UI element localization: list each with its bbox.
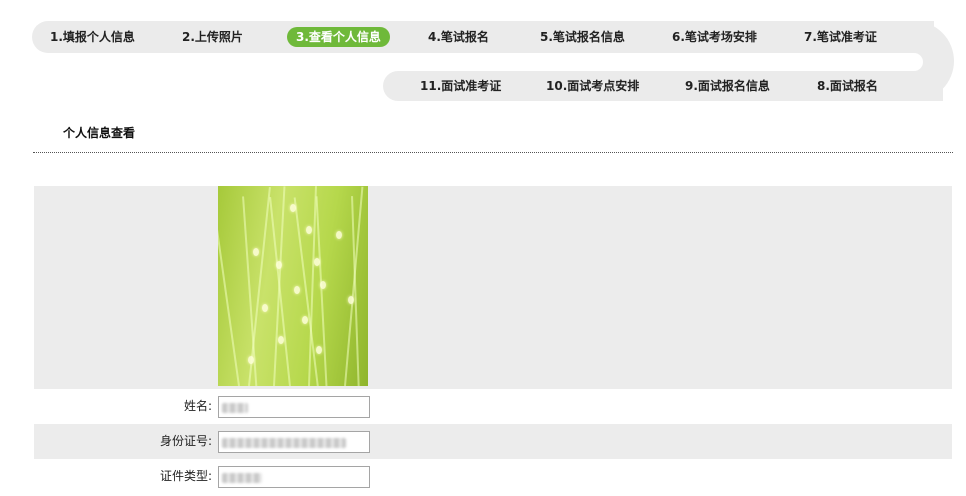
dew-drop bbox=[253, 248, 259, 256]
step-upload-photo[interactable]: 2.上传照片 bbox=[182, 27, 243, 47]
step-fill-personal-info[interactable]: 1.填报个人信息 bbox=[50, 27, 135, 47]
name-value-obscured bbox=[222, 403, 248, 413]
id-number-label: 身份证号: bbox=[159, 434, 212, 448]
section-title: 个人信息查看 bbox=[63, 126, 136, 140]
id-number-row: 身份证号: bbox=[34, 424, 952, 459]
photo-row bbox=[34, 186, 952, 389]
personal-info-form: 姓名: 身份证号: 证件类型: bbox=[34, 186, 952, 494]
step-interview-signup[interactable]: 8.面试报名 bbox=[817, 76, 878, 96]
dew-drop bbox=[262, 304, 268, 312]
id-number-value-obscured bbox=[222, 438, 346, 448]
step-view-personal-info[interactable]: 3.查看个人信息 bbox=[287, 27, 390, 47]
step-written-admission-ticket[interactable]: 7.笔试准考证 bbox=[804, 27, 877, 47]
name-field[interactable] bbox=[218, 396, 370, 418]
name-row: 姓名: bbox=[34, 389, 952, 424]
step-interview-admission-ticket[interactable]: 11.面试准考证 bbox=[420, 76, 501, 96]
dew-drop bbox=[248, 356, 254, 364]
dew-drop bbox=[306, 226, 312, 234]
dew-drop bbox=[278, 336, 284, 344]
dew-drop bbox=[316, 346, 322, 354]
dew-drop bbox=[314, 258, 320, 266]
dew-drop bbox=[294, 286, 300, 294]
name-label: 姓名: bbox=[183, 399, 212, 413]
dew-drop bbox=[276, 261, 282, 269]
id-type-row: 证件类型: bbox=[34, 459, 952, 494]
id-number-field[interactable] bbox=[218, 431, 370, 453]
id-type-label: 证件类型: bbox=[159, 469, 212, 483]
section-divider bbox=[33, 152, 953, 153]
dew-drop bbox=[336, 231, 342, 239]
dew-drop bbox=[302, 316, 308, 324]
step-written-exam-room[interactable]: 6.笔试考场安排 bbox=[672, 27, 757, 47]
dew-drop bbox=[320, 281, 326, 289]
step-written-exam-signup[interactable]: 4.笔试报名 bbox=[428, 27, 489, 47]
step-navigation: 1.填报个人信息 2.上传照片 3.查看个人信息 4.笔试报名 5.笔试报名信息… bbox=[0, 0, 966, 110]
dew-drop bbox=[348, 296, 354, 304]
step-interview-signup-info[interactable]: 9.面试报名信息 bbox=[685, 76, 770, 96]
id-type-field[interactable] bbox=[218, 466, 370, 488]
grass-stalk bbox=[315, 196, 328, 386]
dew-drop bbox=[290, 204, 296, 212]
grass-stalk bbox=[218, 187, 240, 386]
id-type-value-obscured bbox=[222, 473, 262, 483]
applicant-photo bbox=[218, 186, 368, 386]
step-interview-site[interactable]: 10.面试考点安排 bbox=[546, 76, 639, 96]
step-written-signup-info[interactable]: 5.笔试报名信息 bbox=[540, 27, 625, 47]
step-track-gap bbox=[383, 53, 923, 71]
